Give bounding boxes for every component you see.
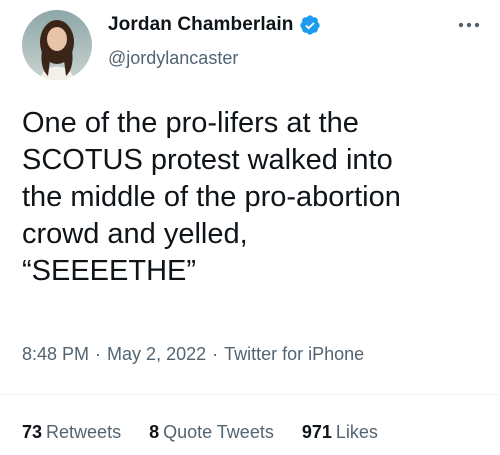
quote-tweets-count: 8 [149, 422, 160, 442]
avatar-photo [22, 10, 92, 80]
author-handle[interactable]: @jordylancaster [108, 48, 238, 69]
author-name[interactable]: Jordan Chamberlain [108, 14, 294, 36]
author-row: Jordan Chamberlain [108, 14, 321, 36]
tweet-time[interactable]: 8:48 PM [22, 344, 89, 365]
tweet-source[interactable]: Twitter for iPhone [224, 344, 364, 365]
more-options-icon[interactable] [456, 14, 482, 36]
retweets-label: Retweets [46, 422, 122, 442]
tweet-header: Jordan Chamberlain @jordylancaster [0, 0, 500, 90]
likes-label: Likes [335, 422, 378, 442]
meta-separator: · [212, 344, 219, 364]
retweets-count: 73 [22, 422, 43, 442]
tweet-stats: 73 Retweets 8 Quote Tweets 971 Likes [22, 422, 406, 443]
quote-tweets-label: Quote Tweets [163, 422, 274, 442]
avatar[interactable] [22, 10, 92, 80]
tweet-date[interactable]: May 2, 2022 [107, 344, 206, 365]
likes-stat[interactable]: 971 Likes [302, 422, 378, 443]
likes-count: 971 [301, 422, 332, 442]
meta-separator: · [95, 344, 102, 364]
tweet-text: One of the pro-lifers at the SCOTUS prot… [22, 107, 401, 287]
divider [0, 394, 500, 395]
verified-badge-icon [299, 14, 321, 36]
quote-tweets-stat[interactable]: 8 Quote Tweets [149, 422, 274, 443]
tweet-meta: 8:48 PM · May 2, 2022 · Twitter for iPho… [22, 344, 364, 365]
retweets-stat[interactable]: 73 Retweets [22, 422, 121, 443]
